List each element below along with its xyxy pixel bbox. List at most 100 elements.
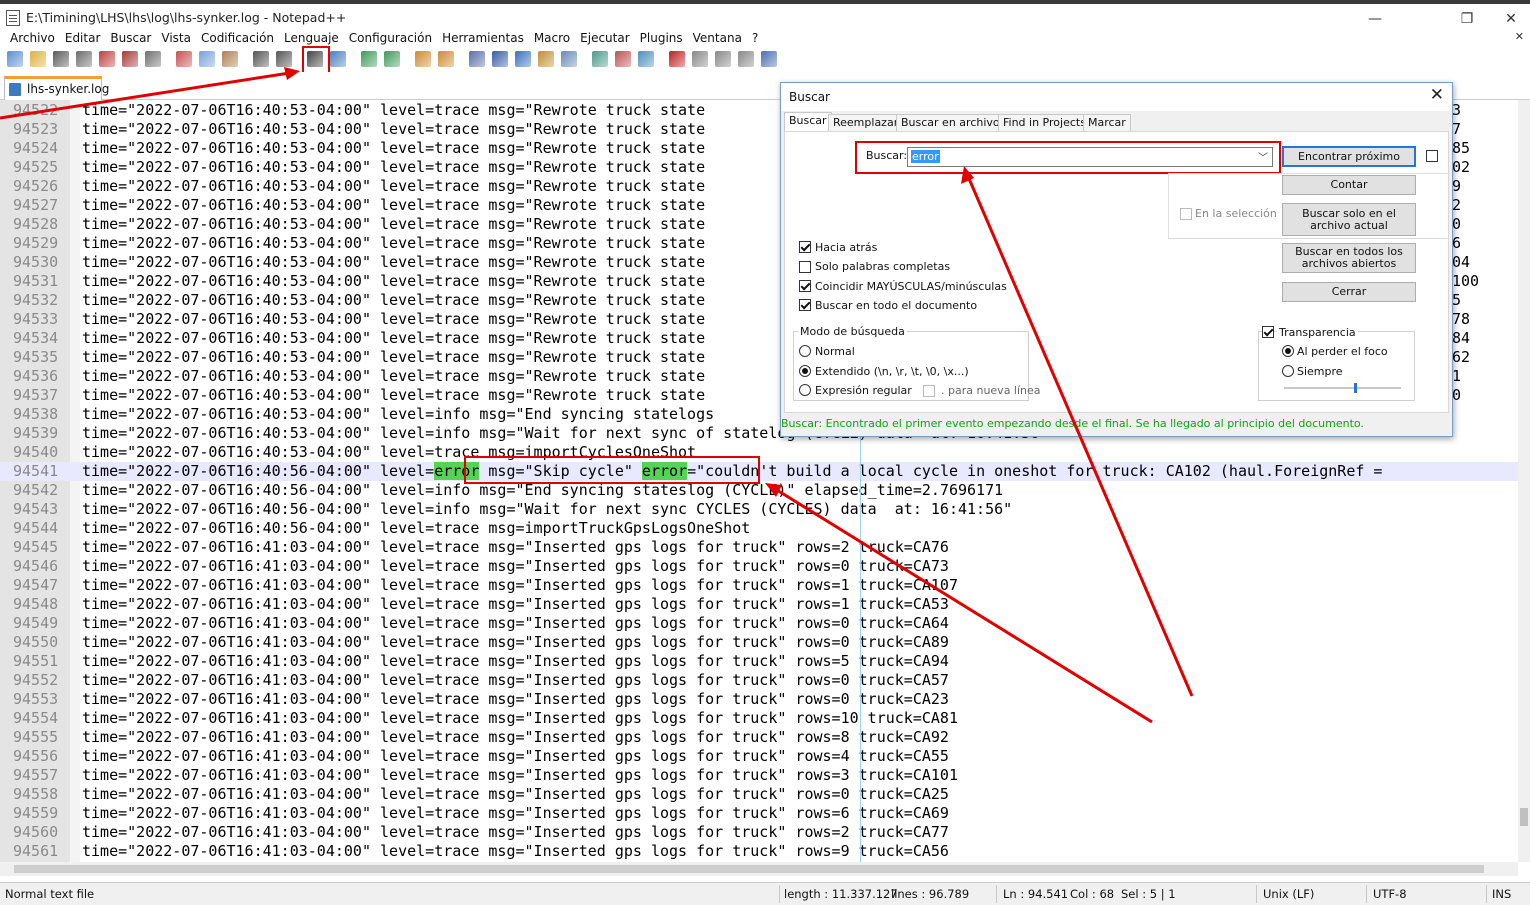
extended-mode-radio[interactable] — [799, 365, 811, 377]
tab-mark[interactable]: Marcar — [1083, 114, 1131, 132]
zoom-in-icon[interactable] — [361, 51, 377, 67]
play-multiple-icon[interactable] — [738, 51, 754, 67]
regex-mode-radio[interactable] — [799, 384, 811, 396]
wrap-around-checkbox[interactable] — [799, 299, 811, 311]
record-macro-icon[interactable] — [669, 51, 685, 67]
print-icon[interactable] — [145, 51, 161, 67]
horizontal-scroll-thumb[interactable] — [14, 865, 1484, 873]
function-list-icon[interactable] — [592, 51, 608, 67]
editor-line[interactable]: 94560 time="2022-07-06T16:41:03-04:00" le… — [0, 823, 1518, 842]
new-file-icon[interactable] — [7, 51, 23, 67]
editor-line[interactable]: 94553 time="2022-07-06T16:41:03-04:00" le… — [0, 690, 1518, 709]
editor-line[interactable]: 94545 time="2022-07-06T16:41:03-04:00" le… — [0, 538, 1518, 557]
indent-guide-icon[interactable] — [515, 51, 531, 67]
menu-item[interactable]: Macro — [529, 30, 575, 46]
tab-lhs-synker-log[interactable]: lhs-synker.log — [4, 76, 109, 100]
save-all-icon[interactable] — [76, 51, 92, 67]
stop-macro-icon[interactable] — [692, 51, 708, 67]
monitoring-icon[interactable] — [638, 51, 654, 67]
menu-item[interactable]: Codificación — [196, 30, 279, 46]
close-doc-button[interactable]: ✕ — [1515, 30, 1524, 43]
menu-item[interactable]: Lenguaje — [279, 30, 344, 46]
menu-item[interactable]: Configuración — [344, 30, 437, 46]
menu-item[interactable]: Buscar — [105, 30, 156, 46]
editor-line[interactable]: 94556 time="2022-07-06T16:41:03-04:00" le… — [0, 747, 1518, 766]
restore-button[interactable]: ❐ — [1444, 8, 1490, 30]
minimize-button[interactable]: — — [1352, 8, 1398, 30]
editor-line[interactable]: 94559 time="2022-07-06T16:41:03-04:00" le… — [0, 804, 1518, 823]
tab-replace[interactable]: Reemplazar — [828, 114, 904, 132]
transparency-slider-track[interactable] — [1284, 383, 1401, 393]
backward-checkbox[interactable] — [799, 241, 811, 253]
open-file-icon[interactable] — [30, 51, 46, 67]
editor-line[interactable]: 94552 time="2022-07-06T16:41:03-04:00" le… — [0, 671, 1518, 690]
tab-find[interactable]: Buscar — [784, 112, 832, 132]
close-window-button[interactable]: ✕ — [1488, 8, 1530, 30]
redo-icon[interactable] — [276, 51, 292, 67]
editor-line[interactable]: 94544 time="2022-07-06T16:40:56-04:00" le… — [0, 519, 1518, 538]
folder-as-workspace-icon[interactable] — [615, 51, 631, 67]
count-button[interactable]: Contar — [1282, 175, 1416, 195]
dialog-title-bar[interactable]: Buscar ✕ — [781, 83, 1452, 111]
editor-line[interactable]: 94554 time="2022-07-06T16:41:03-04:00" le… — [0, 709, 1518, 728]
horizontal-scrollbar[interactable] — [0, 862, 1518, 876]
editor-line[interactable]: 94547 time="2022-07-06T16:41:03-04:00" le… — [0, 576, 1518, 595]
zoom-out-icon[interactable] — [384, 51, 400, 67]
find-in-current-button[interactable]: Buscar solo en el archivo actual — [1282, 203, 1416, 236]
whole-word-checkbox[interactable] — [799, 261, 811, 273]
play-macro-icon[interactable] — [715, 51, 731, 67]
close-dialog-button[interactable]: Cerrar — [1282, 282, 1416, 302]
editor-line[interactable]: 94548 time="2022-07-06T16:41:03-04:00" le… — [0, 595, 1518, 614]
menu-item[interactable]: Ejecutar — [575, 30, 635, 46]
paste-icon[interactable] — [222, 51, 238, 67]
line-number: 94538 — [13, 405, 59, 423]
transparency-checkbox[interactable] — [1262, 326, 1274, 338]
cut-icon[interactable] — [176, 51, 192, 67]
tab-find-in-projects[interactable]: Find in Projects — [998, 114, 1091, 132]
define-language-icon[interactable] — [538, 51, 554, 67]
editor-line[interactable]: 94551 time="2022-07-06T16:41:03-04:00" le… — [0, 652, 1518, 671]
replace-icon[interactable] — [330, 51, 346, 67]
extra-options-checkbox[interactable] — [1426, 150, 1438, 162]
line-text-tail: 5 — [1452, 291, 1462, 309]
close-all-icon[interactable] — [122, 51, 138, 67]
word-wrap-icon[interactable] — [469, 51, 485, 67]
line-text: time="2022-07-06T16:41:03-04:00" level=t… — [82, 709, 958, 727]
vertical-scroll-thumb[interactable] — [1520, 808, 1528, 826]
menu-item[interactable]: ? — [747, 30, 763, 46]
dialog-close-icon[interactable]: ✕ — [1430, 85, 1444, 105]
transparency-slider-thumb[interactable] — [1354, 383, 1358, 393]
tab-find-in-files[interactable]: Buscar en archivos — [896, 114, 1011, 132]
undo-icon[interactable] — [253, 51, 269, 67]
editor-line[interactable]: 94546 time="2022-07-06T16:41:03-04:00" le… — [0, 557, 1518, 576]
editor-line[interactable]: 94561 time="2022-07-06T16:41:03-04:00" le… — [0, 842, 1518, 861]
editor-line[interactable]: 94543 time="2022-07-06T16:40:56-04:00" le… — [0, 500, 1518, 519]
always-label: Siempre — [1297, 365, 1343, 378]
always-radio[interactable] — [1282, 365, 1294, 377]
menu-item[interactable]: Ventana — [688, 30, 747, 46]
sync-vertical-icon[interactable] — [415, 51, 431, 67]
save-icon[interactable] — [53, 51, 69, 67]
menu-item[interactable]: Editar — [60, 30, 106, 46]
find-all-open-button[interactable]: Buscar en todos los archivos abiertos — [1282, 243, 1416, 273]
editor-line[interactable]: 94550 time="2022-07-06T16:41:03-04:00" le… — [0, 633, 1518, 652]
editor-line[interactable]: 94555 time="2022-07-06T16:41:03-04:00" le… — [0, 728, 1518, 747]
save-macro-icon[interactable] — [761, 51, 777, 67]
find-next-button[interactable]: Encontrar próximo — [1282, 146, 1416, 167]
show-all-chars-icon[interactable] — [492, 51, 508, 67]
editor-line[interactable]: 94558 time="2022-07-06T16:41:03-04:00" le… — [0, 785, 1518, 804]
on-lose-focus-radio[interactable] — [1282, 345, 1294, 357]
normal-mode-radio[interactable] — [799, 345, 811, 357]
editor-line[interactable]: 94549 time="2022-07-06T16:41:03-04:00" le… — [0, 614, 1518, 633]
document-map-icon[interactable] — [561, 51, 577, 67]
menu-item[interactable]: Archivo — [5, 30, 60, 46]
menu-item[interactable]: Herramientas — [437, 30, 529, 46]
close-icon[interactable] — [99, 51, 115, 67]
match-case-checkbox[interactable] — [799, 280, 811, 292]
menu-item[interactable]: Plugins — [635, 30, 688, 46]
copy-icon[interactable] — [199, 51, 215, 67]
vertical-scrollbar[interactable] — [1518, 100, 1530, 862]
menu-item[interactable]: Vista — [156, 30, 196, 46]
editor-line[interactable]: 94557 time="2022-07-06T16:41:03-04:00" le… — [0, 766, 1518, 785]
sync-horizontal-icon[interactable] — [438, 51, 454, 67]
